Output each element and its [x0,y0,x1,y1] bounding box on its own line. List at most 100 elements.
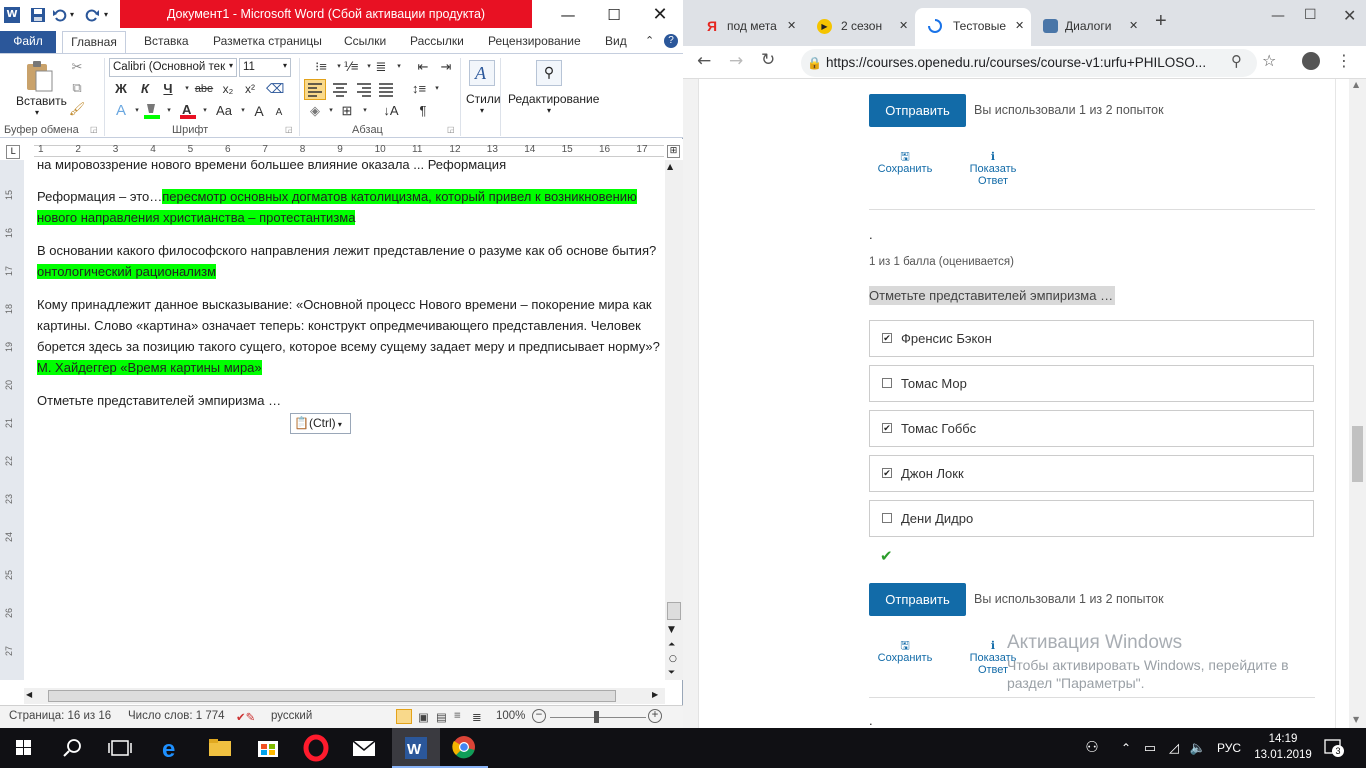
change-case-button[interactable]: Aa [212,102,236,120]
scroll-thumb[interactable] [1352,426,1363,482]
submit-button[interactable]: Отправить [869,583,966,616]
answer-option[interactable]: ✔ Френсис Бэкон [869,320,1314,357]
profile-avatar-icon[interactable] [1302,52,1320,70]
find-binoculars-icon[interactable]: ⚲ [536,60,562,86]
minimize-icon[interactable]: — [545,0,591,30]
people-icon[interactable]: ⚇ [1080,728,1104,768]
align-left-button[interactable] [304,79,326,100]
font-size-dropdown-icon[interactable]: ▾ [283,61,287,70]
shrink-font-button[interactable]: A [270,104,288,122]
ruler-toggle-icon[interactable]: ⊞ [667,145,680,158]
paste-icon[interactable] [24,59,54,93]
borders-dropdown-icon[interactable]: ▾ [356,102,374,120]
answer-option[interactable]: Томас Мор [869,365,1314,402]
save-button[interactable]: 🖫 Сохранить [865,640,945,664]
tab-review[interactable]: Рецензирование [488,31,581,53]
checkbox[interactable]: ✔ [882,423,892,433]
tab-view[interactable]: Вид [605,31,627,53]
superscript-button[interactable]: x² [241,80,259,98]
align-center-button[interactable] [330,80,350,99]
paste-button[interactable]: Вставить [16,94,67,108]
increase-indent-icon[interactable]: ⇥ [437,58,455,76]
bullets-icon[interactable]: ⁝≡ [312,58,330,76]
editing-dropdown-icon[interactable]: ▾ [547,106,551,115]
checkbox[interactable]: ✔ [882,333,892,343]
editing-button[interactable]: Редактирование [508,92,599,106]
zoom-out-icon[interactable]: − [532,709,546,723]
tab-references[interactable]: Ссылки [344,31,386,53]
file-explorer-icon[interactable] [196,728,244,768]
borders-icon[interactable]: ⊞ [338,102,356,120]
tab-mailings[interactable]: Рассылки [410,31,464,53]
page-count[interactable]: Страница: 16 из 16 [9,710,111,722]
scroll-down-icon[interactable]: ▼ [1353,715,1359,724]
opera-icon[interactable] [292,728,340,768]
word-taskbar-icon[interactable]: W [392,728,440,768]
tab-home[interactable]: Главная [62,31,126,53]
forward-icon[interactable]: → [729,51,743,71]
scroll-down-icon[interactable]: ▼ [668,625,675,635]
edge-icon[interactable]: e [148,728,196,768]
tab-close-icon[interactable]: ✕ [1129,8,1138,44]
language-indicator[interactable]: русский [271,710,312,722]
new-tab-button[interactable]: + [1155,10,1177,36]
clear-formatting-icon[interactable]: ⌫ [266,80,284,98]
search-icon[interactable] [48,728,96,768]
volume-icon[interactable]: 🔈 [1188,728,1208,768]
align-right-button[interactable] [354,80,374,99]
paragraph-launcher-icon[interactable]: ◲ [447,125,455,134]
tab-file[interactable]: Файл [0,31,56,53]
font-name-combo[interactable]: Calibri (Основной тек [109,58,237,77]
maximize-icon[interactable]: ☐ [1304,7,1317,23]
justify-button[interactable] [376,80,396,99]
network-icon[interactable]: ◿ [1164,728,1184,768]
minimize-icon[interactable]: — [1271,8,1285,24]
checkbox[interactable]: ✔ [882,468,892,478]
underline-button[interactable]: Ч [159,80,177,98]
format-painter-icon[interactable]: 🖌 [68,100,86,118]
undo-icon[interactable] [52,7,68,23]
proofing-icon[interactable]: ✔✎ [236,710,255,724]
draft-view-icon[interactable]: ≣ [472,710,482,724]
highlight-color-icon[interactable] [142,101,162,121]
language-indicator[interactable]: РУС [1212,728,1246,768]
decrease-indent-icon[interactable]: ⇤ [414,58,432,76]
strikethrough-button[interactable]: abe [192,80,216,98]
line-spacing-icon[interactable]: ↕≡ [410,80,428,98]
zoom-level[interactable]: 100% [496,710,525,722]
reading-view-icon[interactable]: ▣ [418,710,429,724]
scroll-left-icon[interactable]: ◀ [26,690,32,699]
mail-icon[interactable] [340,728,388,768]
document-page[interactable]: на мировоззрение нового времени большее … [24,160,664,680]
answer-option[interactable]: ✔ Томас Гоббс [869,410,1314,447]
styles-button[interactable]: Стили [466,92,501,106]
zoom-slider-thumb[interactable] [594,711,599,723]
scroll-up-icon[interactable]: ▲ [1353,80,1359,89]
show-formatting-button[interactable]: ¶ [414,102,432,120]
tray-overflow-icon[interactable]: ⌃ [1116,728,1136,768]
font-launcher-icon[interactable]: ◲ [285,125,293,134]
paste-dropdown-icon[interactable]: ▾ [35,108,39,117]
numbering-icon[interactable]: ⅟≡ [342,58,360,76]
browse-object-icon[interactable]: ○ [669,654,677,664]
menu-dots-icon[interactable]: ⋮ [1336,51,1352,70]
show-answer-button[interactable]: ℹ Показать Ответ [953,151,1033,187]
clipboard-launcher-icon[interactable]: ◲ [90,125,98,134]
scroll-right-icon[interactable]: ▶ [652,690,658,699]
cut-icon[interactable]: ✂ [68,58,86,76]
tab-close-icon[interactable]: ✕ [787,8,796,44]
customize-toolbar-icon[interactable]: ▾ [104,7,120,23]
bookmark-star-icon[interactable]: ☆ [1262,51,1276,70]
scroll-thumb[interactable] [667,602,681,620]
maximize-icon[interactable]: ☐ [591,0,637,30]
highlight-dropdown-icon[interactable]: ▾ [160,102,178,120]
prev-page-icon[interactable]: ⏶ [668,640,675,650]
zoom-search-icon[interactable]: ⚲ [1231,52,1242,70]
horizontal-scrollbar[interactable]: ◀ ▶ [24,688,665,704]
checkbox[interactable] [882,378,892,388]
multilevel-list-icon[interactable]: ≣ [372,58,390,76]
sort-icon[interactable]: ↓A [382,102,400,120]
bold-button[interactable]: Ж [112,80,130,98]
tab-page-layout[interactable]: Разметка страницы [213,31,322,53]
next-page-icon[interactable]: ⏷ [668,668,675,678]
